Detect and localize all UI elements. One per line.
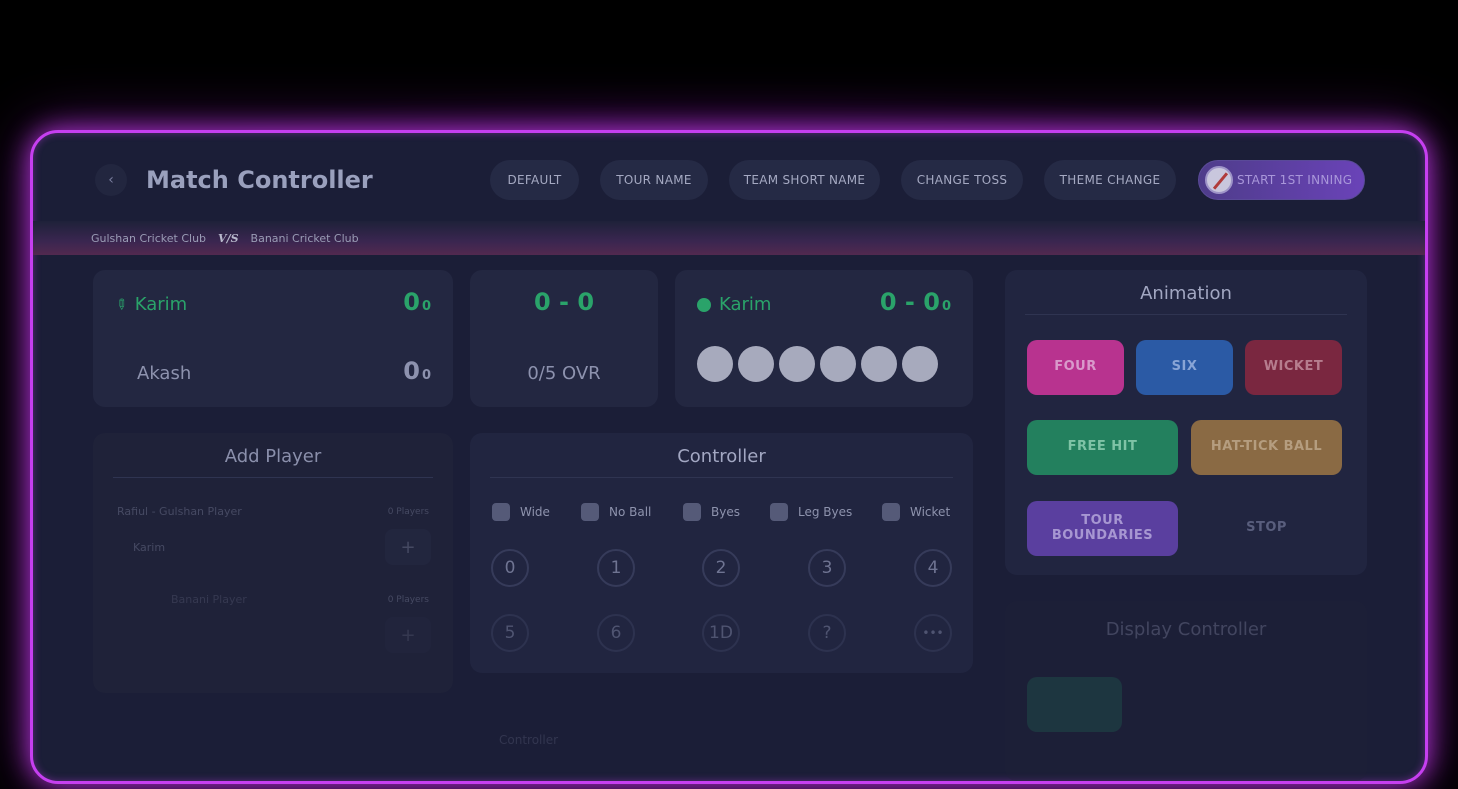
- divider: [113, 477, 433, 478]
- ball-slot: [820, 346, 856, 382]
- plus-icon: +: [400, 624, 416, 646]
- ball-tracker: [697, 346, 943, 386]
- group1-player-input[interactable]: Karim: [133, 541, 165, 554]
- display-toggle-button[interactable]: [1027, 677, 1122, 732]
- group2-label: Banani Player: [171, 593, 247, 606]
- checkbox-icon: [581, 503, 599, 521]
- run-1d-button[interactable]: 1D: [702, 614, 740, 652]
- ball-slot: [697, 346, 733, 382]
- controller-footer: Controller: [499, 733, 559, 747]
- start-inning-button[interactable]: START 1ST INNING: [1198, 160, 1365, 200]
- tour-name-button[interactable]: TOUR NAME: [600, 160, 708, 200]
- animation-title: Animation: [1140, 283, 1232, 304]
- match-bar: Gulshan Cricket Club V/S Banani Cricket …: [33, 221, 1425, 255]
- wicket-checkbox[interactable]: Wicket: [882, 503, 950, 521]
- group1-label: Rafiul - Gulshan Player: [117, 505, 242, 518]
- animation-panel: Animation FOUR SIX WICKET FREE HIT HAT-T…: [1005, 270, 1367, 575]
- pencil-icon: ✎: [111, 294, 131, 315]
- bowler-figures: 0 - 00: [879, 288, 951, 316]
- non-striker-name: Akash: [137, 363, 192, 384]
- chevron-left-icon: ‹: [108, 172, 114, 188]
- leg-byes-checkbox[interactable]: Leg Byes: [770, 503, 852, 521]
- ball-slot: [861, 346, 897, 382]
- tour-boundaries-button[interactable]: TOUR BOUNDARIES: [1027, 501, 1178, 556]
- four-button[interactable]: FOUR: [1027, 340, 1124, 395]
- total-score: 0 - 0: [533, 288, 595, 316]
- group1-count: 0 Players: [387, 507, 429, 517]
- run-1-button[interactable]: 1: [597, 549, 635, 587]
- plus-icon: +: [400, 536, 416, 558]
- divider: [490, 477, 953, 478]
- stop-button[interactable]: STOP: [1191, 501, 1342, 556]
- vs-label: V/S: [218, 231, 239, 245]
- theme-change-button[interactable]: THEME CHANGE: [1044, 160, 1176, 200]
- team-a-name: Gulshan Cricket Club: [91, 231, 207, 245]
- non-striker-score: 00: [403, 357, 431, 385]
- run-5-button[interactable]: 5: [491, 614, 529, 652]
- six-button[interactable]: SIX: [1136, 340, 1233, 395]
- add-player-button-2[interactable]: +: [385, 617, 431, 653]
- change-toss-button[interactable]: CHANGE TOSS: [901, 160, 1023, 200]
- team-b-name: Banani Cricket Club: [250, 231, 359, 245]
- cricket-bat-icon: [1205, 166, 1233, 194]
- run-4-button[interactable]: 4: [914, 549, 952, 587]
- ball-slot: [779, 346, 815, 382]
- bowler-row: Karim: [697, 294, 771, 315]
- checkbox-icon: [492, 503, 510, 521]
- byes-checkbox[interactable]: Byes: [683, 503, 740, 521]
- controller-title: Controller: [677, 446, 766, 467]
- striker-score: 00: [403, 288, 431, 316]
- page-title: Match Controller: [146, 166, 373, 194]
- ball-slot: [902, 346, 938, 382]
- controller-panel: Controller Wide No Ball Byes Leg Byes Wi…: [470, 433, 973, 673]
- wicket-button[interactable]: WICKET: [1245, 340, 1342, 395]
- bowler-name: Karim: [719, 294, 772, 315]
- add-player-button[interactable]: +: [385, 529, 431, 565]
- start-inning-label: START 1ST INNING: [1237, 173, 1353, 187]
- free-hit-button[interactable]: FREE HIT: [1027, 420, 1178, 475]
- group2-count: 0 Players: [387, 595, 429, 605]
- divider: [1025, 314, 1347, 315]
- checkbox-icon: [683, 503, 701, 521]
- run-2-button[interactable]: 2: [702, 549, 740, 587]
- custom-run-button[interactable]: ?: [808, 614, 846, 652]
- app-window: ‹ Match Controller DEFAULT TOUR NAME TEA…: [30, 130, 1428, 784]
- add-player-panel: Add Player Rafiul - Gulshan Player 0 Pla…: [93, 433, 453, 693]
- run-3-button[interactable]: 3: [808, 549, 846, 587]
- total-score-card: 0 - 0 0/5 OVR: [470, 270, 658, 407]
- back-button[interactable]: ‹: [95, 164, 127, 196]
- ball-slot: [738, 346, 774, 382]
- hat-trick-button[interactable]: HAT-TICK BALL: [1191, 420, 1342, 475]
- checkbox-icon: [770, 503, 788, 521]
- batsmen-card: ✎ Karim 00 Akash 00: [93, 270, 453, 407]
- more-options-button[interactable]: •••: [914, 614, 952, 652]
- no-ball-checkbox[interactable]: No Ball: [581, 503, 651, 521]
- cricket-ball-icon: [697, 297, 711, 312]
- bowler-card: Karim 0 - 00: [675, 270, 973, 407]
- run-6-button[interactable]: 6: [597, 614, 635, 652]
- wide-checkbox[interactable]: Wide: [492, 503, 550, 521]
- striker-row: ✎ Karim: [111, 294, 188, 315]
- checkbox-icon: [882, 503, 900, 521]
- team-short-name-button[interactable]: TEAM SHORT NAME: [729, 160, 880, 200]
- display-controller-title: Display Controller: [1105, 619, 1267, 640]
- striker-name: Karim: [134, 294, 188, 315]
- add-player-title: Add Player: [224, 446, 322, 467]
- overs-label: 0/5 OVR: [527, 363, 601, 384]
- run-0-button[interactable]: 0: [491, 549, 529, 587]
- display-controller-panel: Display Controller: [1005, 601, 1367, 781]
- default-button[interactable]: DEFAULT: [490, 160, 579, 200]
